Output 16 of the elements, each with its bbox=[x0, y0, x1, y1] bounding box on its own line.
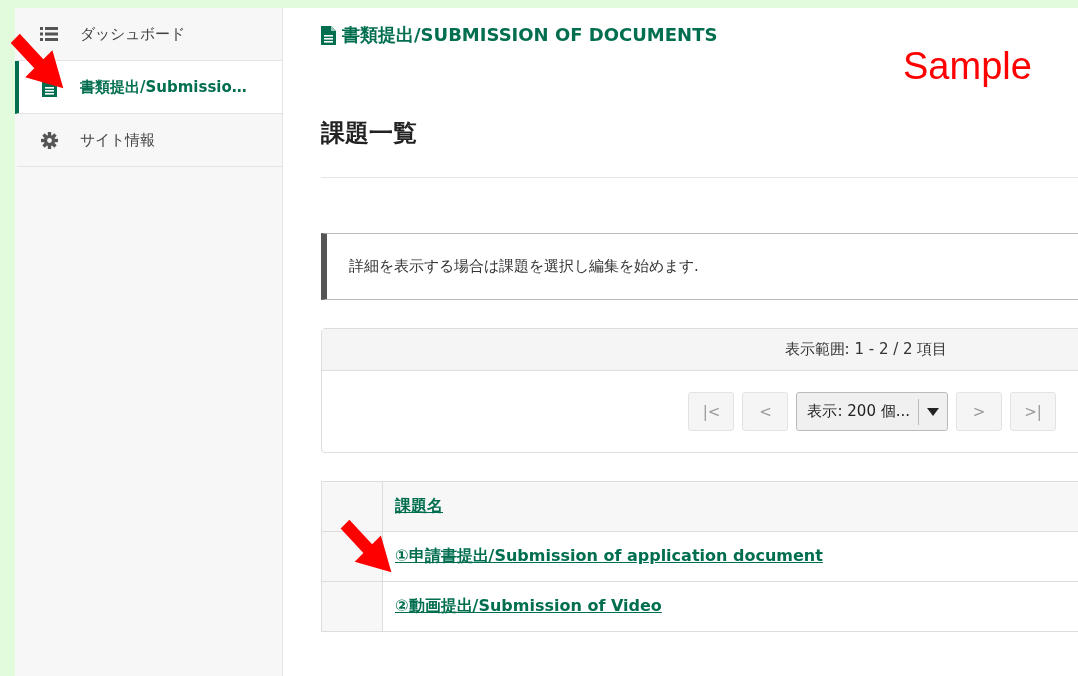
sidebar-item[interactable]: サイト情報 bbox=[15, 114, 282, 167]
settings-icon bbox=[40, 131, 58, 149]
page-heading: 課題一覧 bbox=[321, 118, 417, 149]
list-icon bbox=[40, 27, 58, 41]
annotation-label: Sample bbox=[903, 45, 1032, 88]
document-icon bbox=[321, 25, 336, 45]
caret-icon bbox=[927, 407, 939, 416]
range-text: 表示範囲: 1 - 2 / 2 項目 bbox=[784, 340, 948, 359]
pointer-arrow bbox=[338, 518, 394, 574]
info-text: 詳細を表示する場合は課題を選択し編集を始めます. bbox=[349, 257, 699, 276]
column-header-link[interactable]: 課題名 bbox=[395, 496, 443, 515]
page-size-dropdown[interactable]: 表示: 200 個... bbox=[796, 392, 948, 431]
assignment-link[interactable]: ②動画提出/Submission of Video bbox=[395, 596, 662, 615]
sidebar-item[interactable]: 書類提出/Submissio… bbox=[15, 61, 282, 114]
pointer-arrow bbox=[8, 32, 66, 90]
page-title: 書類提出/SUBMISSION OF DOCUMENTS bbox=[342, 23, 718, 47]
